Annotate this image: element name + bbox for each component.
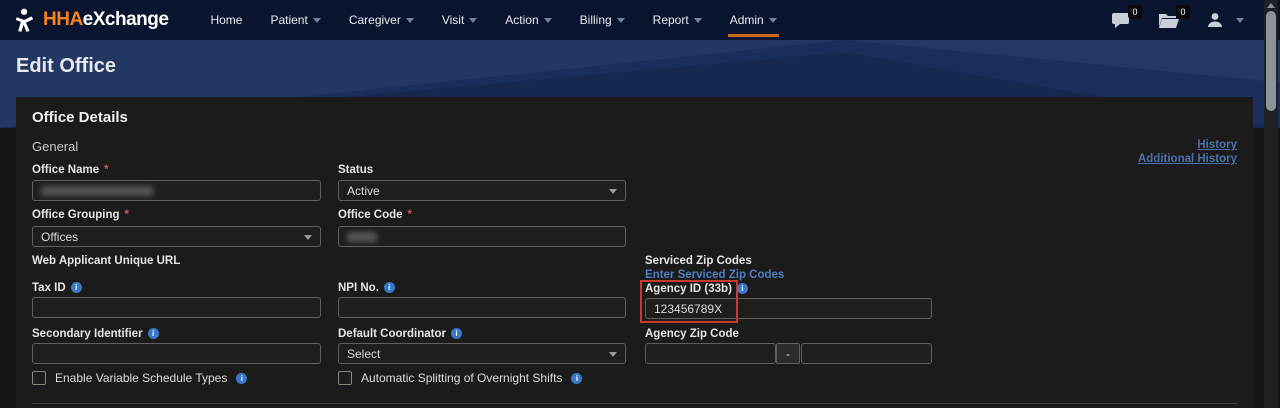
info-icon[interactable]: i [384, 282, 395, 293]
history-link[interactable]: History [1138, 138, 1237, 152]
nav-item-admin[interactable]: Admin [716, 0, 791, 40]
nav-item-report[interactable]: Report [639, 0, 716, 40]
serviced-zip-codes-label: Serviced Zip Codes [645, 255, 932, 267]
history-links: History Additional History [1138, 138, 1237, 166]
cases-button[interactable]: 0 [1158, 12, 1180, 29]
chevron-down-icon [609, 352, 617, 357]
user-menu-button[interactable] [1206, 11, 1224, 29]
required-asterisk: * [408, 209, 412, 221]
messages-count-badge: 0 [1128, 5, 1142, 19]
agency-zip-code-label: Agency Zip Code [645, 328, 932, 340]
agency-zip-input-1[interactable] [645, 343, 776, 364]
page-title: Edit Office [16, 55, 116, 78]
status-label: Status [338, 164, 626, 176]
enter-serviced-zip-codes-link[interactable]: Enter Serviced Zip Codes [645, 269, 784, 281]
required-asterisk: * [104, 164, 108, 176]
office-code-input[interactable] [338, 226, 626, 247]
chevron-down-icon [304, 235, 312, 240]
enable-variable-schedule-checkbox[interactable] [32, 371, 46, 385]
auto-split-overnight-checkbox[interactable] [338, 371, 352, 385]
scrollbar-thumb[interactable] [1266, 11, 1276, 111]
agency-id-input[interactable] [645, 298, 932, 319]
auto-split-overnight-label: Automatic Splitting of Overnight Shifts [361, 371, 562, 385]
nav-item-home[interactable]: Home [196, 0, 256, 40]
tax-id-input[interactable] [32, 297, 321, 318]
chevron-down-icon [469, 18, 477, 23]
nav-item-patient[interactable]: Patient [256, 0, 334, 40]
nav-item-visit[interactable]: Visit [428, 0, 491, 40]
nav-item-action[interactable]: Action [491, 0, 565, 40]
office-name-label: Office Name* [32, 164, 321, 176]
chevron-down-icon [694, 18, 702, 23]
chevron-down-icon [609, 189, 617, 194]
main-menu: Home Patient Caregiver Visit Action Bill… [196, 0, 790, 40]
logo-text: HHAeXchange [43, 9, 168, 31]
office-grouping-select[interactable]: Offices [32, 226, 321, 247]
vertical-scrollbar[interactable] [1264, 0, 1278, 408]
info-icon[interactable]: i [451, 328, 462, 339]
section-heading: Office Details [32, 109, 128, 126]
web-applicant-url-label: Web Applicant Unique URL [32, 255, 321, 267]
user-icon [1206, 11, 1224, 29]
section-divider [32, 403, 1237, 404]
chevron-down-icon [406, 18, 414, 23]
chevron-down-icon[interactable] [1236, 18, 1244, 23]
agency-zip-input-2[interactable] [801, 343, 932, 364]
cases-count-badge: 0 [1176, 5, 1190, 19]
required-asterisk: * [125, 209, 129, 221]
chevron-down-icon [769, 18, 777, 23]
status-select[interactable]: Active [338, 180, 626, 201]
secondary-identifier-label: Secondary Identifieri [32, 328, 321, 340]
subsection-general: General [32, 139, 78, 154]
top-navigation: HHAeXchange Home Patient Caregiver Visit… [0, 0, 1280, 40]
nav-utilities: 0 0 [1112, 11, 1244, 29]
office-name-input[interactable] [32, 180, 321, 201]
office-grouping-label: Office Grouping* [32, 209, 321, 221]
chevron-down-icon [544, 18, 552, 23]
nav-item-caregiver[interactable]: Caregiver [335, 0, 428, 40]
office-code-label: Office Code* [338, 209, 626, 221]
info-icon[interactable]: i [71, 282, 82, 293]
default-coordinator-label: Default Coordinatori [338, 328, 626, 340]
additional-history-link[interactable]: Additional History [1138, 152, 1237, 166]
office-details-panel: Office Details General History Additiona… [16, 97, 1253, 408]
enable-variable-schedule-label: Enable Variable Schedule Types [55, 371, 227, 385]
auto-split-overnight-row: Automatic Splitting of Overnight Shifts … [338, 371, 582, 385]
redacted-value [41, 186, 153, 196]
logo-person-icon [14, 7, 36, 33]
redacted-value [347, 232, 377, 242]
npi-input[interactable] [338, 297, 626, 318]
scroll-up-arrow-icon[interactable] [1267, 3, 1275, 8]
info-icon[interactable]: i [236, 373, 247, 384]
default-coordinator-select[interactable]: Select [338, 343, 626, 364]
info-icon[interactable]: i [737, 283, 748, 294]
nav-item-billing[interactable]: Billing [566, 0, 639, 40]
messages-button[interactable]: 0 [1112, 12, 1132, 29]
zip-separator: - [776, 343, 800, 364]
tax-id-label: Tax IDi [32, 282, 321, 294]
chevron-down-icon [617, 18, 625, 23]
agency-id-label: Agency ID (33b)i [645, 283, 932, 295]
hhaexchange-logo[interactable]: HHAeXchange [14, 7, 168, 33]
secondary-identifier-input[interactable] [32, 343, 321, 364]
npi-label: NPI No.i [338, 282, 626, 294]
chevron-down-icon [313, 18, 321, 23]
info-icon[interactable]: i [148, 328, 159, 339]
info-icon[interactable]: i [571, 373, 582, 384]
enable-variable-schedule-row: Enable Variable Schedule Types i [32, 371, 247, 385]
